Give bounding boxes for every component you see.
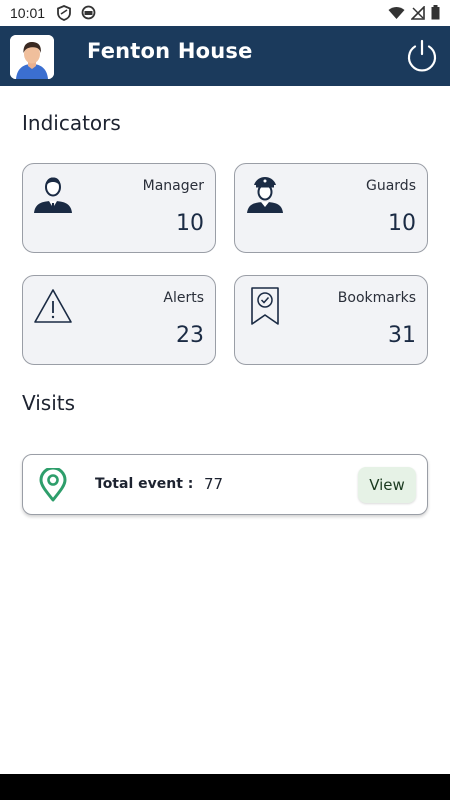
visits-card: Total event : 77 View [22,454,428,515]
visits-title: Visits [22,391,76,415]
guard-icon [245,174,285,214]
guards-label: Guards [366,178,416,194]
manager-card[interactable]: Manager 10 [22,163,216,253]
cellular-off-icon [411,5,425,20]
status-icons-right [388,5,440,20]
battery-icon [431,5,440,20]
shield-icon [57,5,71,21]
total-event-value: 77 [204,475,224,493]
alerts-label: Alerts [163,290,204,306]
app-title: Fenton House [87,39,253,63]
bookmarks-card[interactable]: Bookmarks 31 [234,275,428,365]
user-avatar-icon[interactable] [10,35,54,79]
manager-value: 10 [176,211,204,236]
manager-icon [33,174,73,214]
location-pin-icon [37,466,69,502]
guards-card[interactable]: Guards 10 [234,163,428,253]
navigation-bar [0,774,450,800]
manager-label: Manager [142,178,204,194]
circle-app-icon [81,5,96,20]
status-icons-left [57,5,96,21]
total-event-label: Total event : [95,476,194,492]
wifi-icon [388,6,405,19]
alerts-value: 23 [176,323,204,348]
bookmark-check-icon [245,286,285,326]
status-bar: 10:01 [0,0,450,26]
status-time: 10:01 [10,5,46,21]
indicators-title: Indicators [22,111,121,135]
power-icon[interactable] [404,38,440,74]
guards-value: 10 [388,211,416,236]
app-bar: Fenton House [0,26,450,86]
alerts-card[interactable]: Alerts 23 [22,275,216,365]
view-button[interactable]: View [358,467,416,503]
bookmarks-value: 31 [388,323,416,348]
bookmarks-label: Bookmarks [337,290,416,306]
warning-icon [33,286,73,326]
